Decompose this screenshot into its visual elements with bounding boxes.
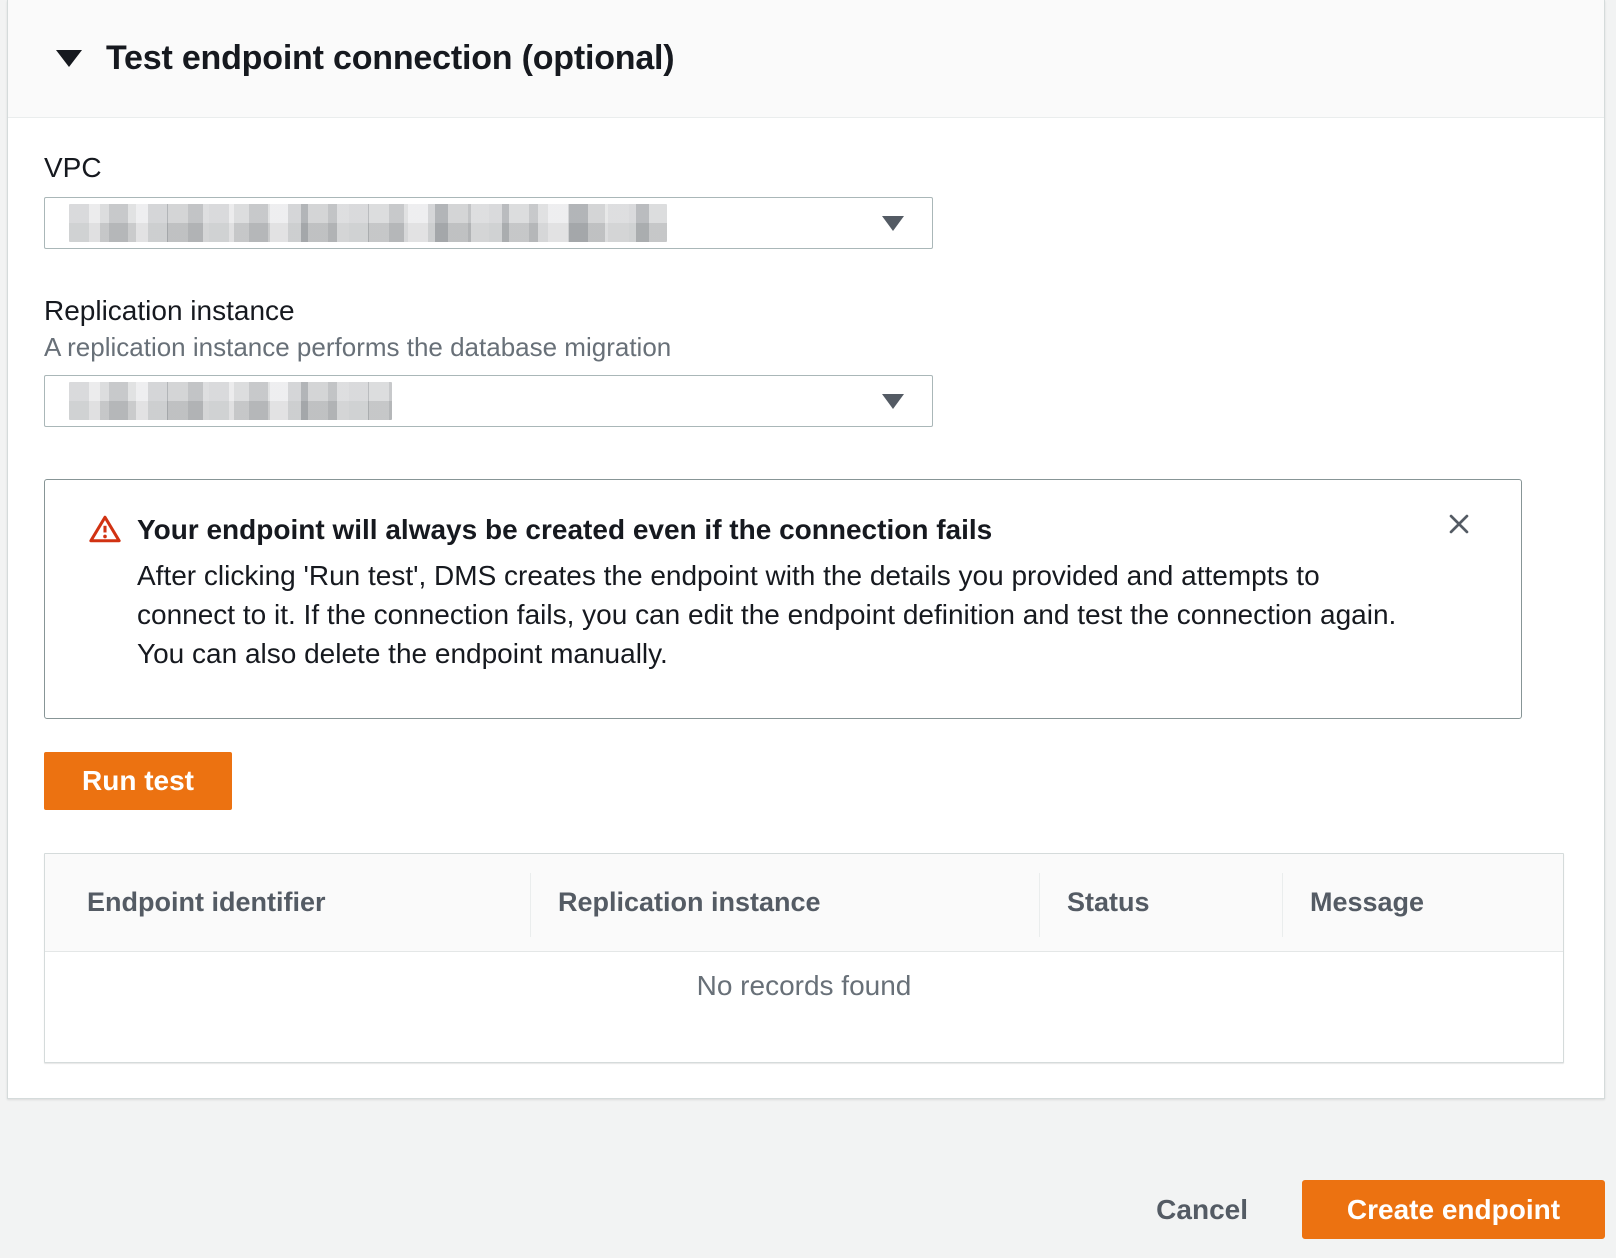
replication-instance-description: A replication instance performs the data… (44, 332, 1604, 362)
vpc-select[interactable] (44, 197, 933, 249)
run-test-button[interactable]: Run test (44, 752, 232, 810)
section-content: VPC Replication instance A replication i… (8, 118, 1604, 1063)
replication-instance-select[interactable] (44, 375, 933, 427)
column-header-replication-instance: Replication instance (530, 887, 1039, 918)
alert-title: Your endpoint will always be created eve… (137, 510, 1421, 550)
section-header-toggle[interactable]: Test endpoint connection (optional) (8, 0, 1604, 118)
connection-results-table: Endpoint identifier Replication instance… (44, 853, 1564, 1063)
caret-down-icon (882, 394, 904, 409)
column-header-message: Message (1282, 887, 1563, 918)
close-icon[interactable] (1441, 506, 1477, 542)
vpc-label: VPC (44, 152, 1604, 184)
alert-body: After clicking 'Run test', DMS creates t… (137, 556, 1421, 673)
replication-instance-value-redacted (69, 382, 392, 420)
empty-state-message: No records found (697, 968, 912, 1062)
form-actions-bar: Cancel Create endpoint (0, 1099, 1616, 1258)
section-collapse-caret-icon (56, 50, 82, 67)
column-header-endpoint-identifier: Endpoint identifier (45, 887, 530, 918)
warning-triangle-icon (89, 514, 121, 544)
column-header-status: Status (1039, 887, 1282, 918)
test-endpoint-connection-panel: Test endpoint connection (optional) VPC … (7, 0, 1605, 1099)
cancel-button[interactable]: Cancel (1146, 1180, 1258, 1239)
alert-text-block: Your endpoint will always be created eve… (137, 510, 1421, 673)
endpoint-warning-alert: Your endpoint will always be created eve… (44, 479, 1522, 719)
table-body: No records found (45, 952, 1563, 1062)
section-title: Test endpoint connection (optional) (106, 39, 674, 78)
replication-instance-label: Replication instance (44, 295, 1604, 327)
table-header-row: Endpoint identifier Replication instance… (45, 854, 1563, 952)
vpc-select-value-redacted (69, 204, 667, 242)
caret-down-icon (882, 216, 904, 231)
create-endpoint-button[interactable]: Create endpoint (1302, 1180, 1605, 1239)
